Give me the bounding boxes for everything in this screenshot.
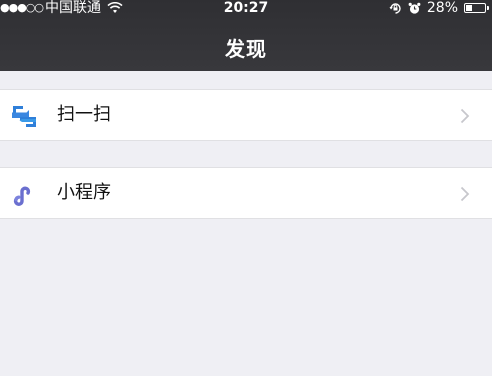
page-title: 发现 [225, 37, 267, 61]
top-bar: ●●●○○ 中国联通 20:27 28% 发现 [0, 0, 492, 71]
status-right: 28% [389, 0, 489, 16]
rotation-lock-icon [389, 2, 402, 15]
battery-icon [464, 3, 489, 13]
chevron-right-icon [460, 108, 470, 124]
mini-program-icon [10, 180, 38, 208]
status-bar: ●●●○○ 中国联通 20:27 28% [0, 0, 492, 16]
alarm-icon [408, 2, 421, 15]
menu-item-label: 小程序 [57, 182, 111, 203]
discover-screen: ●●●○○ 中国联通 20:27 28% 发现 扫一扫 小程序 [0, 0, 492, 376]
menu-item-label: 扫一扫 [57, 104, 111, 125]
menu-item-scan[interactable]: 扫一扫 [0, 89, 492, 141]
chevron-right-icon [460, 186, 470, 202]
menu-item-mini-program[interactable]: 小程序 [0, 167, 492, 219]
scan-icon [10, 102, 38, 130]
battery-fill [466, 5, 472, 11]
battery-percentage: 28% [426, 0, 458, 16]
